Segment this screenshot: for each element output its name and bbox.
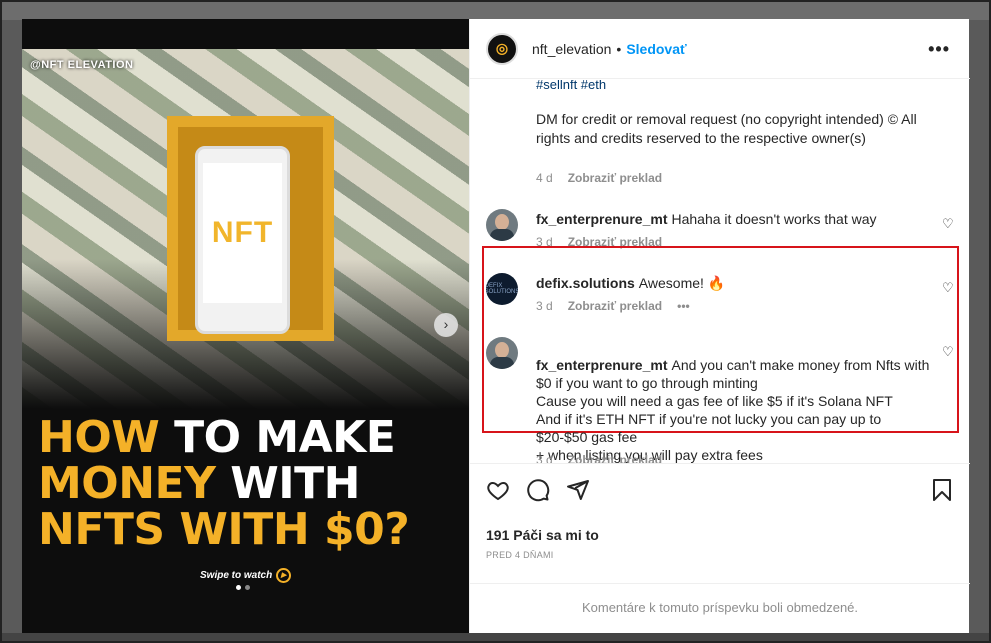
avatar[interactable] <box>486 337 518 369</box>
post-modal: @NFT ELEVATION NFT › HOW TO MAKE MONEY W… <box>22 19 970 633</box>
action-bar: 191 Páči sa mi to PRED 4 DŇAMI <box>470 463 970 603</box>
comment-username[interactable]: fx_enterprenure_mt <box>536 211 668 227</box>
caption-meta: 4 d Zobraziť preklad <box>536 171 662 185</box>
follow-button[interactable]: Sledovať <box>626 41 686 57</box>
avatar[interactable]: ◎ <box>486 32 518 65</box>
post-image[interactable]: @NFT ELEVATION NFT › HOW TO MAKE MONEY W… <box>22 19 469 633</box>
headline-word: WITH <box>215 458 360 509</box>
heart-icon[interactable]: ♡ <box>942 216 954 232</box>
comments-restricted-notice: Komentáre k tomuto príspevku boli obmedz… <box>470 583 970 633</box>
headline-word: HOW <box>38 412 160 463</box>
caption-age: 4 d <box>536 171 553 185</box>
swipe-label: Swipe to watch <box>200 570 273 581</box>
play-icon: ▶ <box>276 568 292 583</box>
heart-icon[interactable]: ♡ <box>942 280 954 296</box>
comment-text: Awesome! 🔥 <box>638 275 726 291</box>
carousel-dots <box>236 585 250 590</box>
comment-username[interactable]: fx_enterprenure_mt <box>536 357 668 373</box>
caption-text: DM for credit or removal request (no cop… <box>536 111 917 146</box>
headline-word: $0? <box>323 504 410 555</box>
separator-dot: • <box>616 40 622 57</box>
translate-button[interactable]: Zobraziť preklad <box>568 453 662 463</box>
comment-icon[interactable] <box>526 478 550 502</box>
phone-graphic: NFT <box>195 146 290 334</box>
avatar[interactable] <box>486 209 518 241</box>
avatar-text: DEFIX SOLUTIONS <box>486 283 518 295</box>
more-options-icon[interactable]: ••• <box>928 39 950 60</box>
post-timestamp: PRED 4 DŇAMI <box>486 550 554 560</box>
heart-icon[interactable]: ♡ <box>942 344 954 360</box>
comment-age: 3 d <box>536 299 553 313</box>
headline-word: NFTS WITH <box>38 504 324 555</box>
post-side-panel: ◎ nft_elevation • Sledovať ••• #sellnft … <box>469 19 970 633</box>
window-frame: @NFT ELEVATION NFT › HOW TO MAKE MONEY W… <box>0 0 991 643</box>
comments-list[interactable]: #sellnft #eth DM for credit or removal r… <box>470 80 970 463</box>
swipe-to-watch: Swipe to watch ▶ <box>200 568 292 583</box>
nft-text: NFT <box>211 216 274 249</box>
carousel-dot <box>245 585 250 590</box>
author-username[interactable]: nft_elevation <box>532 41 611 57</box>
headline: HOW TO MAKE MONEY WITH NFTS WITH $0? <box>38 415 458 553</box>
background-feed-bottom <box>2 633 989 641</box>
comment-age: 3 d <box>536 453 553 463</box>
bookmark-icon[interactable] <box>930 478 954 502</box>
comment-text: Hahaha it doesn't works that way <box>671 211 877 227</box>
comment-body: defix.solutions Awesome! 🔥 <box>536 274 936 292</box>
post-header: ◎ nft_elevation • Sledovať ••• <box>470 19 970 79</box>
carousel-next-button[interactable]: › <box>434 313 458 337</box>
comment-meta: 3 d Zobraziť preklad ••• <box>536 299 690 313</box>
likes-count[interactable]: 191 Páči sa mi to <box>486 527 599 543</box>
avatar[interactable]: DEFIX SOLUTIONS <box>486 273 518 305</box>
brand-tag: @NFT ELEVATION <box>30 59 134 71</box>
headline-word: TO MAKE <box>159 412 396 463</box>
comment-meta: 3 d Zobraziť preklad <box>536 453 662 463</box>
phone-screen: NFT <box>203 163 282 303</box>
translate-button[interactable]: Zobraziť preklad <box>568 299 662 313</box>
comment-more-icon[interactable]: ••• <box>677 299 690 313</box>
share-icon[interactable] <box>566 478 590 502</box>
headline-word: MONEY <box>38 458 216 509</box>
translate-button[interactable]: Zobraziť preklad <box>568 171 662 185</box>
comment-body: fx_enterprenure_mt And you can't make mon… <box>536 338 936 463</box>
heart-icon[interactable] <box>486 478 510 502</box>
carousel-dot-active <box>236 585 241 590</box>
caption-hashtags[interactable]: #sellnft #eth <box>536 80 606 92</box>
comment-username[interactable]: defix.solutions <box>536 275 635 291</box>
background-feed-top <box>2 2 989 20</box>
comment-body: fx_enterprenure_mt Hahaha it doesn't work… <box>536 210 936 228</box>
